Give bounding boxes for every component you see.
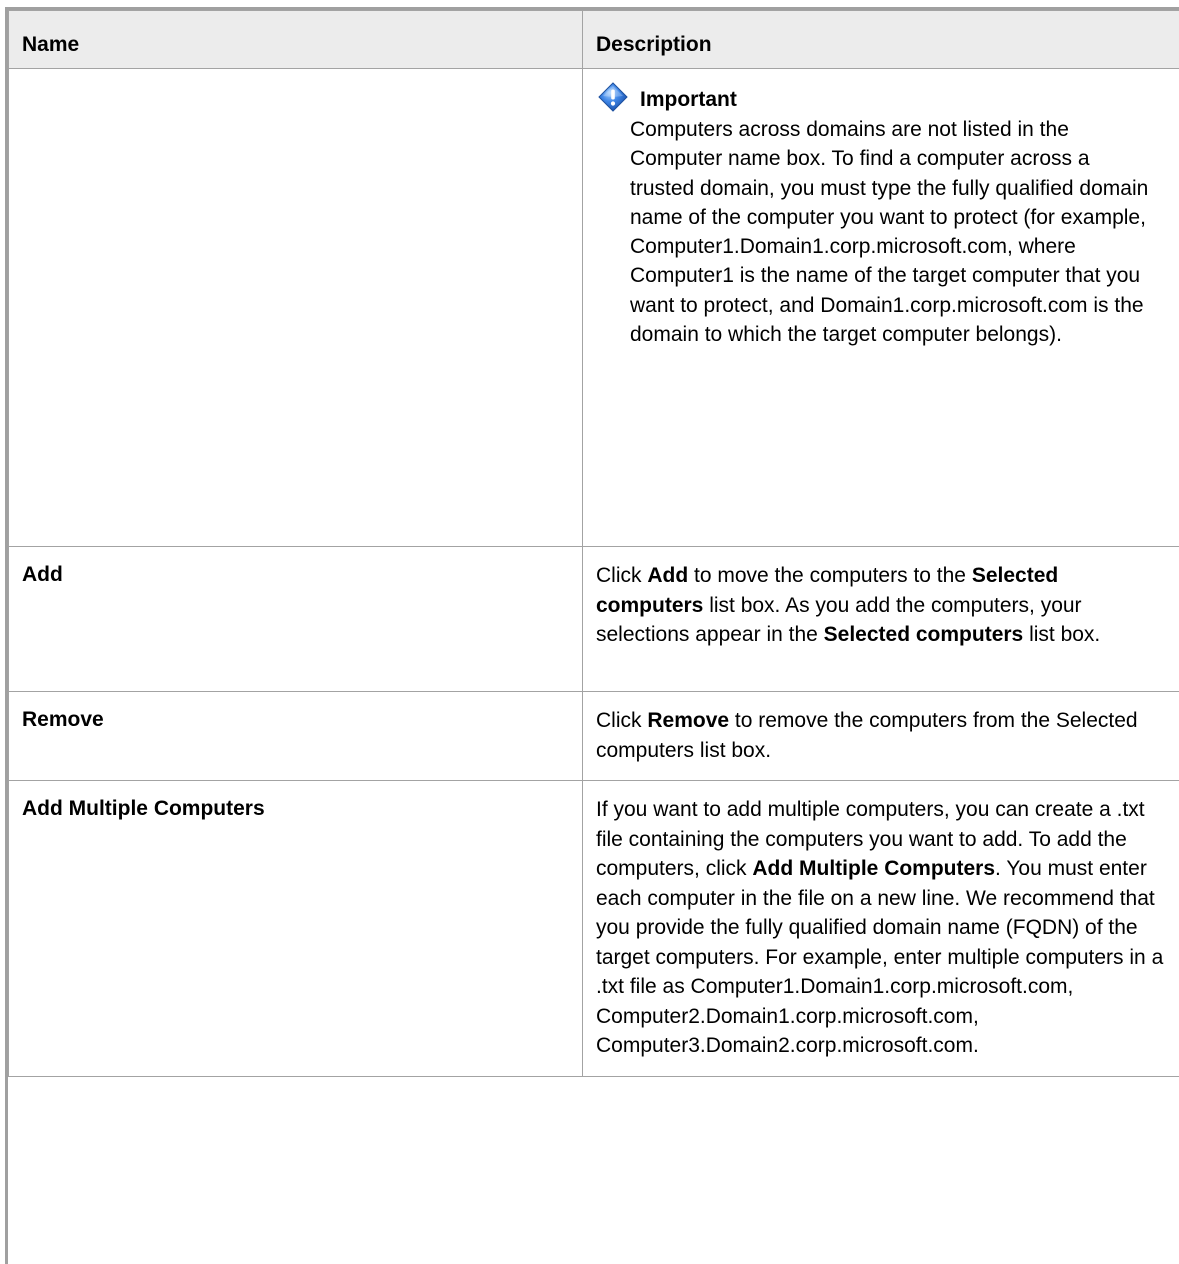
row-description-text: If you want to add multiple computers, y…	[596, 798, 1164, 1057]
important-note-header: Important	[596, 82, 1166, 115]
description-table: Name Description Important Computers acr…	[8, 10, 1179, 1077]
row-name-cell: Remove	[8, 691, 583, 781]
row-description-cell: Click Add to move the computers to the S…	[582, 546, 1179, 692]
row-description-text: Click Remove to remove the computers fro…	[596, 709, 1138, 762]
important-info-icon	[598, 82, 628, 112]
ui-term: Selected computers	[823, 623, 1024, 646]
table-row: Add Multiple Computers If you want to ad…	[8, 780, 1179, 1077]
row-description-text: Click Add to move the computers to the S…	[596, 564, 1101, 646]
table-row: Remove Click Remove to remove the comput…	[8, 691, 1179, 781]
table-row: Add Click Add to move the computers to t…	[8, 546, 1179, 692]
document-frame: Name Description Important Computers acr…	[5, 7, 1179, 1264]
important-note-text: Computers across domains are not listed …	[630, 118, 1149, 347]
ui-term: Add Multiple Computers	[752, 857, 996, 880]
table-row: Important Computers across domains are n…	[8, 68, 1179, 547]
row-name-cell: Add Multiple Computers	[8, 780, 583, 1077]
row-description-cell: Click Remove to remove the computers fro…	[582, 691, 1179, 781]
column-header-name: Name	[8, 10, 583, 69]
row-description-cell: Important Computers across domains are n…	[582, 68, 1179, 547]
row-description-cell: If you want to add multiple computers, y…	[582, 780, 1179, 1077]
ui-term: Add	[647, 564, 689, 587]
ui-term: Remove	[647, 709, 730, 732]
column-header-description: Description	[582, 10, 1179, 69]
table-header-row: Name Description	[8, 10, 1179, 69]
row-name-cell	[8, 68, 583, 547]
row-name-cell: Add	[8, 546, 583, 692]
important-label: Important	[640, 88, 737, 111]
